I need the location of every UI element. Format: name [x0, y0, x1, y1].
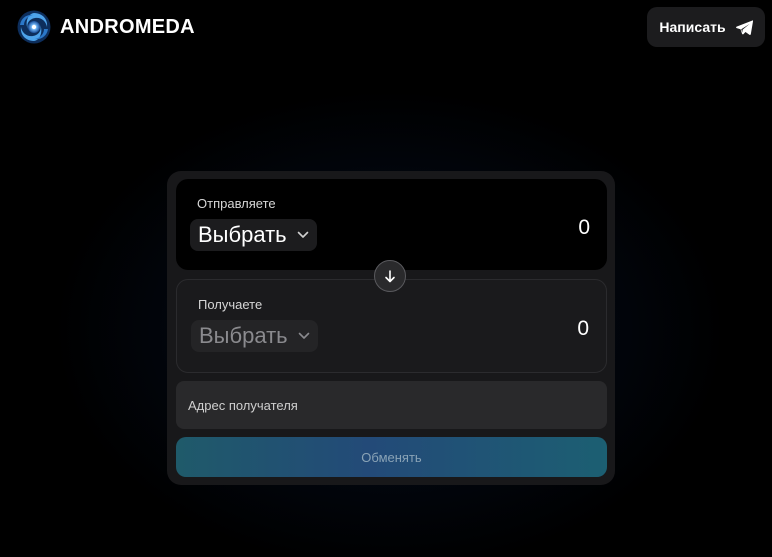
receive-label: Получаете [198, 297, 263, 312]
galaxy-logo-icon [17, 10, 51, 44]
send-label: Отправляете [197, 196, 276, 211]
exchange-button[interactable]: Обменять [176, 437, 607, 477]
send-panel: Отправляете Выбрать [176, 179, 607, 270]
send-token-select[interactable]: Выбрать [190, 219, 317, 251]
receive-panel: Получаете Выбрать [176, 279, 607, 373]
write-button-label: Написать [659, 19, 726, 35]
recipient-address-input[interactable] [176, 381, 607, 429]
write-button[interactable]: Написать [647, 7, 765, 47]
receive-token-select-label: Выбрать [199, 323, 288, 348]
swap-card: Отправляете Выбрать Получаете Выбрать [167, 171, 615, 485]
brand[interactable]: ANDROMEDA [16, 9, 195, 45]
arrow-down-icon [385, 269, 395, 282]
chevron-down-icon [298, 332, 309, 339]
send-token-select-label: Выбрать [198, 222, 287, 247]
chevron-down-icon [297, 231, 308, 238]
page: ANDROMEDA Написать Отправляете Выбрать П… [0, 0, 772, 557]
swap-direction-button[interactable] [374, 260, 406, 292]
exchange-button-label: Обменять [361, 449, 422, 465]
receive-token-select[interactable]: Выбрать [191, 320, 318, 352]
brand-name: ANDROMEDA [60, 15, 195, 38]
receive-amount-input[interactable] [467, 316, 591, 342]
telegram-icon [735, 19, 753, 35]
send-amount-input[interactable] [468, 215, 592, 241]
